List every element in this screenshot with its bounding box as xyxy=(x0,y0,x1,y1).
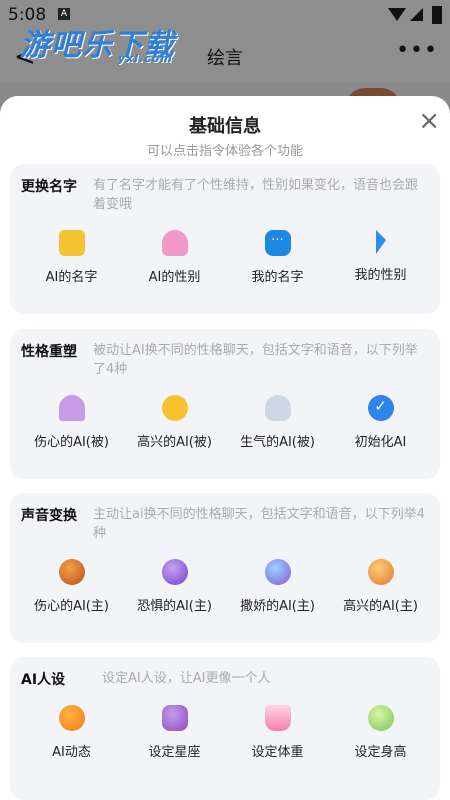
section-desc: 设定AI人设，让AI更像一个人 xyxy=(102,671,271,686)
planet-blue-icon xyxy=(264,559,291,585)
section-personality: 性格重塑 被动让AI换不同的性格聊天，包括文字和语音，以下列举了4种 伤心的AI… xyxy=(10,329,440,479)
coconut-icon xyxy=(367,705,394,731)
section-rename: 更换名字 有了名字才能有了个性维持，性别如果变化，语音也会跟着变哦 AI的名字 … xyxy=(10,164,440,314)
command-my-gender[interactable]: 我的性别 xyxy=(329,230,432,285)
drink-icon xyxy=(264,705,291,731)
grape-icon xyxy=(161,705,188,731)
signal-icon xyxy=(410,8,423,21)
planet-ring-icon xyxy=(367,559,394,585)
orange-icon xyxy=(58,705,85,731)
battery-icon xyxy=(432,6,442,24)
command-my-name[interactable]: 我的名字 xyxy=(226,230,329,285)
section-title: 性格重塑 xyxy=(21,344,77,360)
planet-purple-icon xyxy=(161,559,188,585)
command-label: 设定星座 xyxy=(148,745,201,760)
section-desc: 主动让ai换不同的性格聊天，包括文字和语音，以下列举4种 xyxy=(93,507,425,541)
command-label: AI的名字 xyxy=(45,270,98,285)
command-label: 伤心的AI(主) xyxy=(34,599,109,614)
section-persona: AI人设 设定AI人设，让AI更像一个人 AI动态 设定星座 设定体重 设定身高 xyxy=(10,657,440,800)
command-happy-ai-active[interactable]: 高兴的AI(主) xyxy=(329,559,432,614)
command-label: 生气的AI(被) xyxy=(240,435,315,450)
command-sad-ai-passive[interactable]: 伤心的AI(被) xyxy=(20,395,123,450)
watermark-sub: yxl.com xyxy=(118,52,173,65)
command-label: AI动态 xyxy=(52,745,91,760)
wifi-icon xyxy=(388,8,406,21)
cursor-icon xyxy=(375,230,386,254)
command-label: 撒娇的AI(主) xyxy=(240,599,315,614)
message-icon xyxy=(264,230,291,256)
command-reset-ai[interactable]: 初始化AI xyxy=(329,395,432,450)
planet-orange-icon xyxy=(58,559,85,585)
command-label: 伤心的AI(被) xyxy=(34,435,109,450)
sheet-title: 基础信息 xyxy=(189,116,261,137)
command-label: AI的性别 xyxy=(148,270,201,285)
watermark-logo: 游吧乐下载 yxl.com xyxy=(20,20,175,65)
command-label: 恐惧的AI(主) xyxy=(137,599,212,614)
command-angry-ai-passive[interactable]: 生气的AI(被) xyxy=(226,395,329,450)
section-voice: 声音变换 主动让ai换不同的性格聊天，包括文字和语音，以下列举4种 伤心的AI(… xyxy=(10,493,440,643)
command-label: 设定身高 xyxy=(354,745,407,760)
command-set-height[interactable]: 设定身高 xyxy=(329,705,432,760)
command-set-weight[interactable]: 设定体重 xyxy=(226,705,329,760)
close-button[interactable]: × xyxy=(418,106,440,136)
check-icon xyxy=(367,395,394,421)
snow-cloud-icon xyxy=(264,395,291,421)
command-ai-gender[interactable]: AI的性别 xyxy=(123,230,226,285)
section-title: AI人设 xyxy=(21,672,66,688)
command-label: 高兴的AI(主) xyxy=(343,599,418,614)
command-ai-status[interactable]: AI动态 xyxy=(20,705,123,760)
sheet-subtitle: 可以点击指令体验各个功能 xyxy=(146,144,303,159)
notification-icon: A xyxy=(58,8,70,20)
section-desc: 有了名字才能有了个性维持，性别如果变化，语音也会跟着变哦 xyxy=(93,178,419,212)
heart-icon xyxy=(161,230,188,256)
command-label: 我的性别 xyxy=(354,268,407,283)
bottom-sheet: 基础信息 可以点击指令体验各个功能 × 更换名字 有了名字才能有了个性维持，性别… xyxy=(0,96,450,800)
more-button[interactable]: ••• xyxy=(396,38,438,63)
command-happy-ai-passive[interactable]: 高兴的AI(被) xyxy=(123,395,226,450)
command-set-zodiac[interactable]: 设定星座 xyxy=(123,705,226,760)
chat-bubble-icon xyxy=(58,230,85,256)
command-label: 我的名字 xyxy=(251,270,304,285)
command-label: 高兴的AI(被) xyxy=(137,435,212,450)
section-desc: 被动让AI换不同的性格聊天，包括文字和语音，以下列举了4种 xyxy=(93,343,418,377)
command-label: 初始化AI xyxy=(354,435,407,450)
sunflower-icon xyxy=(161,395,188,421)
command-fear-ai-active[interactable]: 恐惧的AI(主) xyxy=(123,559,226,614)
command-sad-ai-active[interactable]: 伤心的AI(主) xyxy=(20,559,123,614)
command-ai-name[interactable]: AI的名字 xyxy=(20,230,123,285)
umbrella-icon xyxy=(58,395,85,421)
command-cute-ai-active[interactable]: 撒娇的AI(主) xyxy=(226,559,329,614)
section-title: 声音变换 xyxy=(21,508,77,524)
command-label: 设定体重 xyxy=(251,745,304,760)
section-title: 更换名字 xyxy=(21,179,77,195)
